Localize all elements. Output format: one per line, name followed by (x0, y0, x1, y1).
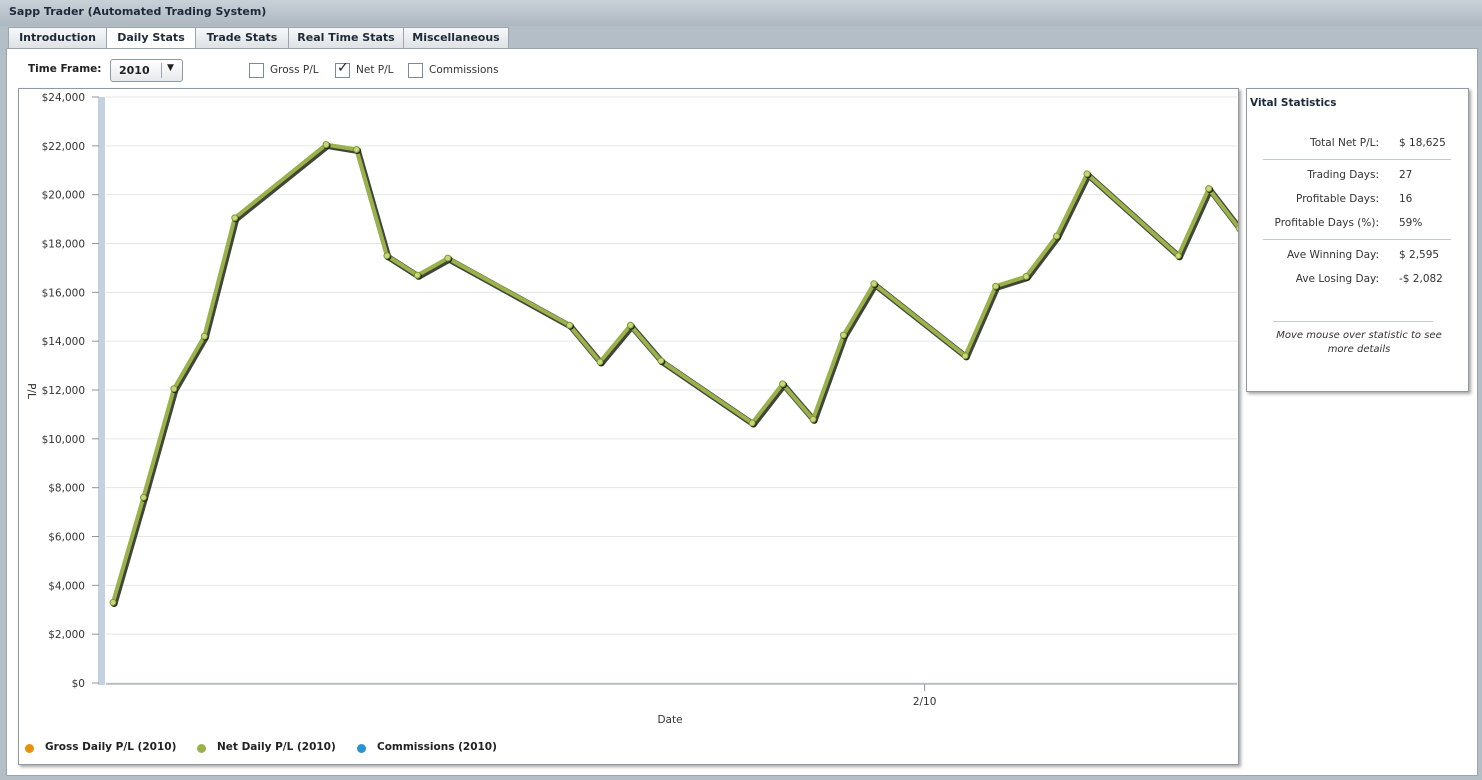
stat-value: -$ 2,082 (1399, 273, 1443, 285)
legend-gross[interactable]: Gross Daily P/L (2010) (45, 741, 176, 753)
data-point (961, 352, 969, 360)
checkmark-icon: ✓ (337, 60, 349, 76)
data-point (139, 493, 147, 501)
tab-daily-stats[interactable]: Daily Stats (106, 27, 196, 50)
commissions-checkbox[interactable] (408, 63, 423, 78)
stat-value: 27 (1399, 169, 1413, 181)
data-point (322, 141, 330, 149)
data-point (1083, 170, 1091, 178)
data-point (596, 358, 604, 366)
y-tick-label: $4,000 (48, 580, 85, 592)
data-point (231, 214, 239, 222)
vital-statistics-panel: Vital Statistics Total Net P/L: $ 18,625… (1246, 88, 1469, 392)
divider (1273, 321, 1433, 322)
data-point (352, 145, 360, 153)
stat-ave-winning-day[interactable]: Ave Winning Day: $ 2,595 (1247, 249, 1468, 265)
tab-trade-stats[interactable]: Trade Stats (195, 27, 289, 48)
data-point (1205, 185, 1213, 193)
data-point (1022, 272, 1030, 280)
stat-profitable-days-pct[interactable]: Profitable Days (%): 59% (1247, 217, 1468, 233)
net-pl-checkbox[interactable]: ✓ (335, 60, 350, 78)
data-point (992, 282, 1000, 290)
data-point (809, 415, 817, 423)
data-point (1235, 224, 1238, 232)
stat-value: $ 18,625 (1399, 137, 1446, 149)
legend-gross-dot (25, 744, 34, 753)
pl-chart: $0 $2,000 $4,000 $6,000 $8,000 $10,000 $12,000… (18, 88, 1239, 765)
y-axis-band (98, 97, 105, 685)
stat-value: $ 2,595 (1399, 249, 1440, 261)
select-divider (161, 63, 162, 78)
data-point (444, 254, 452, 262)
y-tick-label: $18,000 (42, 239, 85, 251)
y-tick-label: $6,000 (48, 532, 85, 544)
daily-stats-panel: Time Frame: 2010 ▼ Gross P/L ✓ Net P/L C… (6, 48, 1478, 776)
stat-label: Total Net P/L: (1310, 137, 1379, 149)
stat-value: 16 (1399, 193, 1413, 205)
y-tick-label: $10,000 (42, 434, 85, 446)
stat-label: Profitable Days (%): (1274, 217, 1379, 229)
stat-value: 59% (1399, 217, 1423, 229)
data-point (779, 380, 787, 388)
stats-hint: Move mouse over statistic to see more de… (1276, 330, 1442, 355)
data-point (748, 419, 756, 427)
legend-net-dot (197, 744, 206, 753)
tab-introduction[interactable]: Introduction (8, 27, 107, 48)
legend-commissions-dot (357, 744, 366, 753)
y-tick-label: $0 (72, 678, 85, 690)
data-point (566, 321, 574, 329)
legend-commissions[interactable]: Commissions (2010) (377, 741, 497, 753)
series-shadow (111, 143, 1238, 607)
data-point (839, 331, 847, 339)
window-titlebar: Sapp Trader (Automated Trading System) (0, 0, 1482, 26)
chevron-down-icon: ▼ (167, 63, 174, 73)
x-tick-label: 2/10 (913, 696, 937, 708)
data-point (870, 280, 878, 288)
stat-total-net-pl[interactable]: Total Net P/L: $ 18,625 (1247, 137, 1468, 153)
tab-miscellaneous[interactable]: Miscellaneous (403, 27, 509, 48)
y-axis-title: P/L (25, 383, 37, 399)
net-pl-label: Net P/L (356, 64, 394, 76)
data-point (626, 321, 634, 329)
gross-pl-label: Gross P/L (270, 64, 319, 76)
commissions-label: Commissions (429, 64, 499, 76)
stat-label: Trading Days: (1307, 169, 1379, 181)
divider (1263, 159, 1451, 160)
gross-pl-checkbox[interactable] (249, 63, 264, 78)
x-axis-title: Date (657, 714, 682, 726)
stat-trading-days[interactable]: Trading Days: 27 (1247, 169, 1468, 185)
y-tick-label: $20,000 (42, 190, 85, 202)
data-point (170, 385, 178, 393)
y-tick-label: $14,000 (42, 336, 85, 348)
legend-net[interactable]: Net Daily P/L (2010) (217, 741, 336, 753)
data-point (1174, 252, 1182, 260)
stat-label: Ave Winning Day: (1286, 249, 1379, 261)
timeframe-value: 2010 (119, 64, 150, 77)
stat-label: Profitable Days: (1296, 193, 1379, 205)
y-tick-label: $22,000 (42, 141, 85, 153)
data-point (383, 252, 391, 260)
data-point (200, 332, 208, 340)
stat-profitable-days[interactable]: Profitable Days: 16 (1247, 193, 1468, 209)
y-tick-label: $12,000 (42, 385, 85, 397)
vital-statistics-title: Vital Statistics (1250, 97, 1337, 109)
y-tick-label: $8,000 (48, 483, 85, 495)
y-tick-label: $24,000 (42, 92, 85, 104)
y-tick-label: $2,000 (48, 629, 85, 641)
data-point (657, 357, 665, 365)
data-point (413, 271, 421, 279)
timeframe-select[interactable]: 2010 ▼ (110, 59, 183, 82)
stat-ave-losing-day[interactable]: Ave Losing Day: -$ 2,082 (1247, 273, 1468, 289)
data-point (109, 598, 117, 606)
data-point (1053, 232, 1061, 240)
timeframe-label: Time Frame: (28, 63, 102, 75)
tab-real-time-stats[interactable]: Real Time Stats (288, 27, 404, 48)
y-tick-label: $16,000 (42, 287, 85, 299)
pl-chart-svg: $0 $2,000 $4,000 $6,000 $8,000 $10,000 $12,000… (25, 92, 1238, 726)
window-title: Sapp Trader (Automated Trading System) (9, 5, 267, 18)
divider (1263, 239, 1451, 240)
stat-label: Ave Losing Day: (1295, 273, 1379, 285)
